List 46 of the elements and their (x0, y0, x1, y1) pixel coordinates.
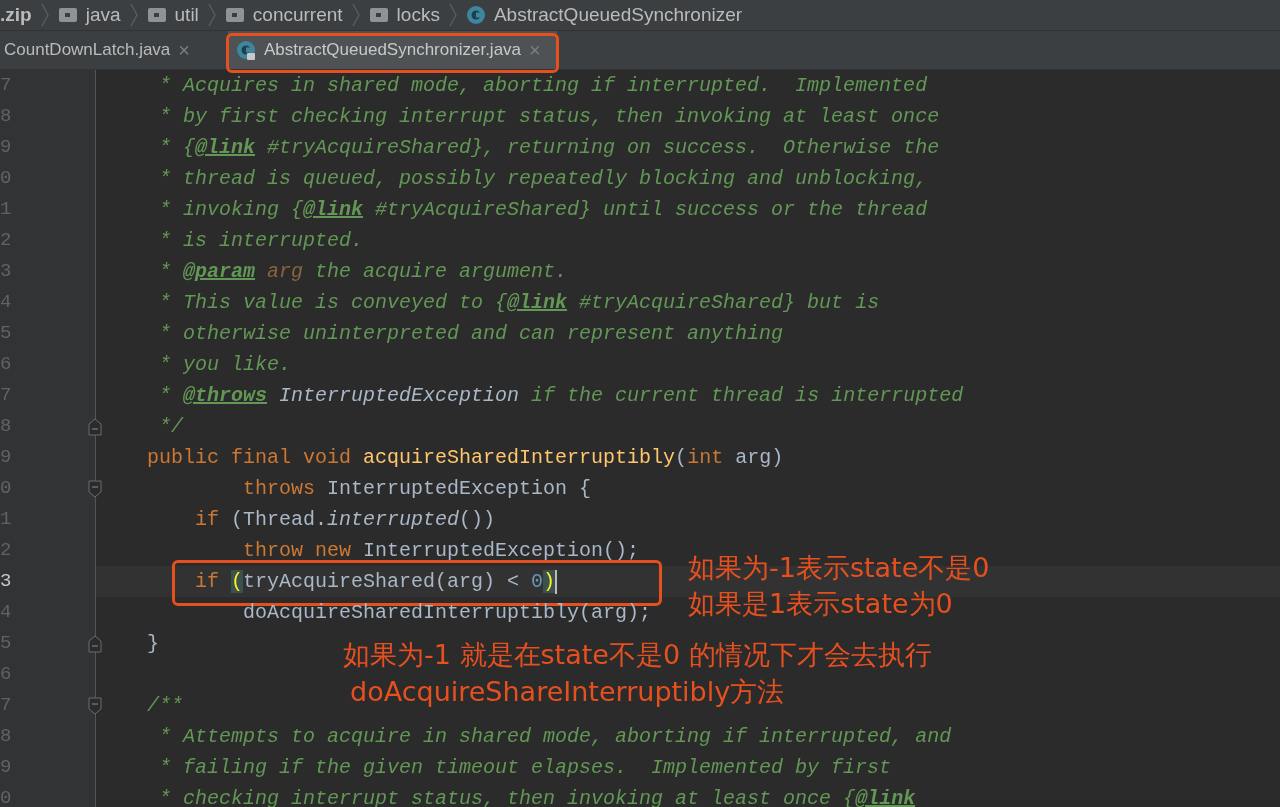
code-line: * This value is conveyed to {@link #tryAcquireShared} but is (158, 291, 880, 314)
code-line: * by first checking interrupt status, then invoking at least once (158, 105, 940, 128)
code-line: public final void acquireSharedInterruptibly(int arg) (147, 446, 784, 469)
code-line: throw new InterruptedException(); (242, 539, 640, 562)
code-line: if (Thread.interrupted()) (194, 508, 496, 531)
code-line: /** (147, 694, 183, 717)
code-line: throws InterruptedException { (242, 477, 592, 500)
code-line: * invoking {@link #tryAcquireShared} until success or the thread (158, 198, 928, 221)
code-line: * is interrupted. (158, 229, 364, 252)
code-line: * Attempts to acquire in shared mode, aborting if interrupted, and (158, 725, 952, 748)
breadcrumb-item[interactable]: concurrent (252, 4, 343, 26)
chevron-icon (350, 2, 361, 28)
annotation-note: 如果是1表示state为0 (688, 587, 953, 621)
folder-icon (368, 6, 389, 24)
breadcrumb-item[interactable]: AbstractQueuedSynchronizer (493, 4, 743, 26)
code-line: * failing if the given timeout elapses. Implemented by first (158, 756, 892, 779)
folder-icon (146, 6, 167, 24)
code-line: * otherwise uninterpreted and can represent anything (158, 322, 784, 345)
breadcrumb-item[interactable]: locks (396, 4, 440, 26)
code-line: * thread is queued, possibly repeatedly blocking and unblocking, (158, 167, 928, 190)
breadcrumb-item[interactable]: .zip (0, 4, 32, 26)
code-line: * @throws InterruptedException if the current thread is interrupted (158, 384, 964, 407)
code-line: * you like. (158, 353, 292, 376)
code-line: */ (158, 415, 183, 438)
locked-class-icon (236, 39, 256, 61)
editor-tab[interactable]: CountDownLatch.java × (0, 31, 206, 69)
annotation-note: doAcquireShareInterruptibly方法 (350, 675, 785, 709)
folder-icon (57, 6, 78, 24)
annotation-note: 如果为-1 就是在state不是0 的情况下才会去执行 (343, 638, 932, 672)
line-number: 3 (0, 569, 13, 594)
annotation-note: 如果为-1表示state不是0 (688, 551, 990, 585)
code-line: } (147, 632, 159, 655)
breadcrumb-item[interactable]: util (174, 4, 199, 26)
code-line: * {@link #tryAcquireShared}, returning on success. Otherwise the (158, 136, 940, 159)
text-caret (555, 569, 558, 594)
chevron-icon (128, 2, 139, 28)
folder-icon (224, 6, 245, 24)
code-line: * Acquires in shared mode, aborting if interrupted. Implemented (158, 74, 928, 97)
class-icon (465, 4, 486, 26)
chevron-icon (39, 2, 50, 28)
breadcrumb-item[interactable]: java (85, 4, 121, 26)
code-line: * @param arg the acquire argument. (158, 260, 568, 283)
code-line: doAcquireSharedInterruptibly(arg); (242, 601, 652, 624)
chevron-icon (206, 2, 217, 28)
code-line: if (tryAcquireShared(arg) < 0) (194, 570, 556, 593)
chevron-icon (447, 2, 458, 28)
